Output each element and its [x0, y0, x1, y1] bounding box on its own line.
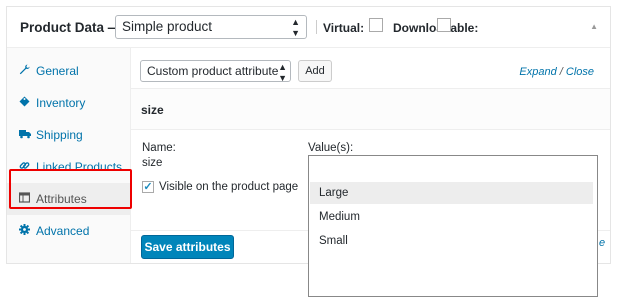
- visible-label: Visible on the product page: [159, 181, 299, 193]
- panel-header: Product Data — Simple product ▲ ▼ Virtual…: [7, 7, 610, 48]
- select-arrows-icon: ▲ ▼: [291, 17, 300, 38]
- option-medium[interactable]: Medium: [310, 206, 593, 228]
- tab-advanced[interactable]: Advanced: [7, 215, 130, 247]
- wrench-icon: [19, 64, 30, 75]
- tab-general-label: General: [36, 64, 79, 78]
- tab-shipping-label: Shipping: [36, 128, 83, 142]
- option-small[interactable]: Small: [310, 230, 593, 252]
- visible-checkbox[interactable]: ✓: [142, 181, 154, 193]
- attribute-type-value: Custom product attribute: [147, 64, 279, 78]
- expand-link[interactable]: Expand: [519, 66, 556, 78]
- name-label: Name:: [142, 142, 176, 154]
- panel-title: Product Data —: [20, 20, 122, 35]
- attributes-highlight-box: [9, 169, 132, 209]
- header-divider: [316, 20, 317, 34]
- virtual-checkbox[interactable]: [369, 18, 383, 32]
- option-large[interactable]: Large: [310, 182, 593, 204]
- save-attributes-button[interactable]: Save attributes: [141, 235, 234, 259]
- footer-partial-link[interactable]: e: [599, 237, 605, 249]
- downloadable-checkbox[interactable]: [437, 18, 451, 32]
- tab-inventory-label: Inventory: [36, 96, 86, 110]
- close-link[interactable]: Close: [566, 66, 594, 78]
- product-type-value: Simple product: [122, 19, 213, 34]
- add-attribute-button[interactable]: Add: [298, 60, 332, 82]
- product-data-panel: Product Data — Simple product ▲ ▼ Virtual…: [6, 6, 611, 297]
- tab-inventory[interactable]: Inventory: [7, 87, 130, 119]
- tag-icon: [19, 96, 30, 107]
- attribute-type-select[interactable]: Custom product attribute ▲ ▼: [140, 60, 291, 83]
- values-label: Value(s):: [308, 142, 354, 154]
- attribute-header[interactable]: size: [131, 89, 610, 130]
- tab-shipping[interactable]: Shipping: [7, 119, 130, 151]
- truck-icon: [19, 128, 31, 139]
- virtual-label: Virtual:: [323, 21, 365, 35]
- tab-general[interactable]: General: [7, 55, 130, 87]
- attribute-select-arrows-icon: ▲ ▼: [278, 62, 287, 83]
- product-data-tabs: General Inventory Shipping Linked Produc…: [7, 48, 131, 263]
- attributes-toolbar: Custom product attribute ▲ ▼ Add Expand /…: [131, 48, 610, 89]
- attributes-panel: Custom product attribute ▲ ▼ Add Expand /…: [131, 48, 610, 297]
- tab-advanced-label: Advanced: [36, 224, 90, 238]
- values-multiselect[interactable]: Large Medium Small: [308, 155, 598, 297]
- gear-icon: [19, 224, 30, 235]
- name-value: size: [142, 157, 163, 169]
- downloadable-label: Downloadable:: [393, 21, 479, 35]
- link-separator: /: [559, 66, 563, 78]
- product-type-select[interactable]: Simple product ▲ ▼: [115, 15, 307, 39]
- attribute-heading: size: [141, 103, 164, 117]
- collapse-arrow-icon[interactable]: ▲: [590, 22, 598, 31]
- expand-close-links: Expand / Close: [519, 66, 594, 78]
